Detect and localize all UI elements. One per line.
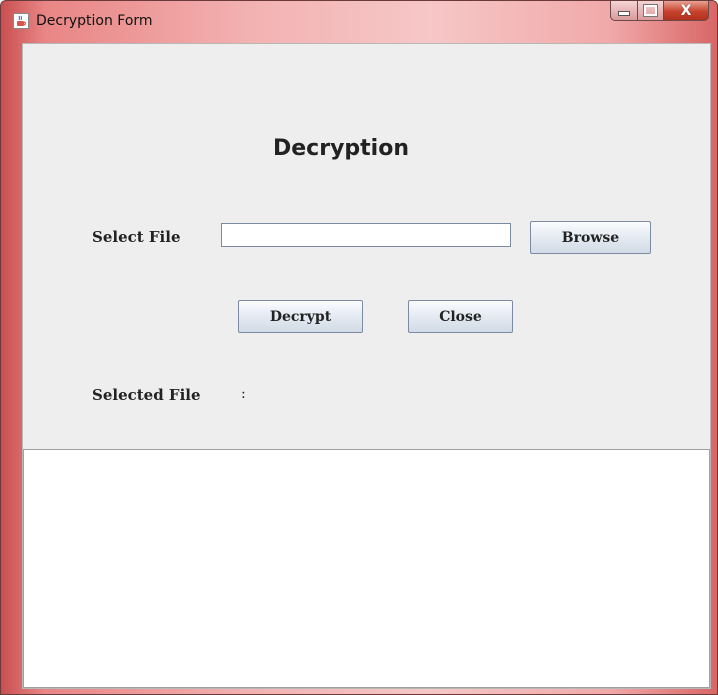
caption-buttons: X [610, 1, 709, 21]
browse-button[interactable]: Browse [530, 221, 651, 254]
form-heading: Decryption [273, 136, 409, 161]
form-panel: Decryption Select File Browse Decrypt Cl… [22, 43, 711, 689]
maximize-button[interactable] [637, 1, 663, 21]
selected-file-separator: : [241, 386, 246, 402]
select-file-label: Select File [92, 228, 181, 246]
decryption-window: Decryption Form X Decryption Select File… [0, 0, 718, 695]
maximize-icon [643, 4, 658, 17]
window-title: Decryption Form [36, 13, 153, 29]
selected-file-label: Selected File [92, 386, 201, 404]
close-window-button[interactable]: X [663, 1, 709, 21]
minimize-icon [618, 11, 630, 16]
close-icon: X [680, 2, 692, 19]
title-bar[interactable]: Decryption Form X [1, 1, 717, 43]
file-path-input[interactable] [221, 223, 511, 247]
java-cup-icon[interactable] [13, 13, 29, 29]
decrypt-button[interactable]: Decrypt [238, 300, 363, 333]
close-button[interactable]: Close [408, 300, 513, 333]
minimize-button[interactable] [610, 1, 637, 21]
output-text-area[interactable] [23, 449, 710, 688]
